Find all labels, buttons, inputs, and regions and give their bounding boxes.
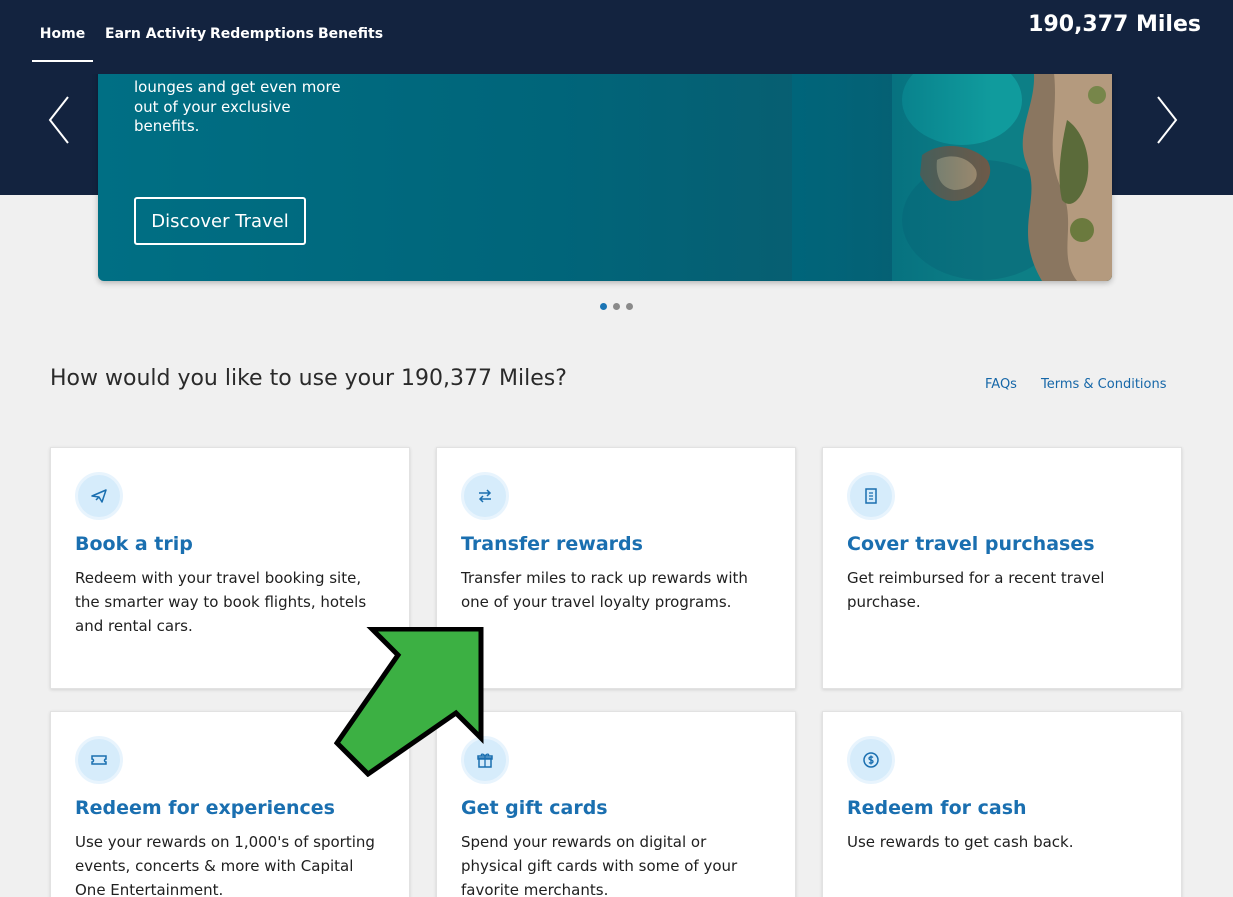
card-description: Use rewards to get cash back. [847, 833, 1074, 851]
card-title: Redeem for experiences [75, 797, 335, 819]
airplane-icon [75, 472, 123, 520]
card-description: Use your rewards on 1,000's of sporting … [75, 833, 375, 897]
hero-text: lounges and get even more out of your ex… [134, 78, 341, 135]
card-title: Get gift cards [461, 797, 608, 819]
nav-benefits[interactable]: Benefits [318, 26, 383, 62]
nav-earn-activity[interactable]: Earn Activity [105, 26, 206, 62]
card-description: Transfer miles to rack up rewards with o… [461, 569, 748, 611]
hero-fade [792, 60, 992, 281]
top-nav: Home Earn Activity Redemptions Benefits … [0, 0, 1233, 74]
miles-balance: 190,377 Miles [1028, 12, 1201, 37]
chevron-right-icon [1157, 96, 1178, 144]
ticket-icon [75, 736, 123, 784]
hero-banner: lounges and get even more out of your ex… [98, 60, 1112, 281]
terms-link[interactable]: Terms & Conditions [1041, 377, 1167, 392]
card-description: Spend your rewards on digital or physica… [461, 833, 738, 897]
carousel-dot-3[interactable] [626, 303, 633, 310]
section-title: How would you like to use your 190,377 M… [50, 366, 567, 391]
carousel-next-button[interactable] [1152, 94, 1180, 146]
carousel-prev-button[interactable] [46, 94, 74, 146]
card-title: Transfer rewards [461, 533, 643, 555]
card-cover-travel[interactable]: Cover travel purchases Get reimbursed fo… [822, 447, 1182, 689]
nav-home[interactable]: Home [32, 26, 93, 62]
carousel-dot-1[interactable] [600, 303, 607, 310]
card-description: Get reimbursed for a recent travel purch… [847, 569, 1105, 611]
card-title: Cover travel purchases [847, 533, 1095, 555]
card-cash[interactable]: Redeem for cash Use rewards to get cash … [822, 711, 1182, 897]
chevron-left-icon [48, 96, 69, 144]
carousel-dot-2[interactable] [613, 303, 620, 310]
card-title: Book a trip [75, 533, 193, 555]
dollar-coin-icon [847, 736, 895, 784]
card-gift-cards[interactable]: Get gift cards Spend your rewards on dig… [436, 711, 796, 897]
nav-redemptions[interactable]: Redemptions [210, 26, 314, 62]
receipt-icon [847, 472, 895, 520]
card-transfer-rewards[interactable]: Transfer rewards Transfer miles to rack … [436, 447, 796, 689]
card-title: Redeem for cash [847, 797, 1027, 819]
green-pointer-arrow-icon [334, 627, 484, 777]
transfer-arrows-icon [461, 472, 509, 520]
discover-travel-button[interactable]: Discover Travel [134, 197, 306, 245]
carousel-dots [600, 303, 633, 310]
faqs-link[interactable]: FAQs [985, 377, 1017, 392]
